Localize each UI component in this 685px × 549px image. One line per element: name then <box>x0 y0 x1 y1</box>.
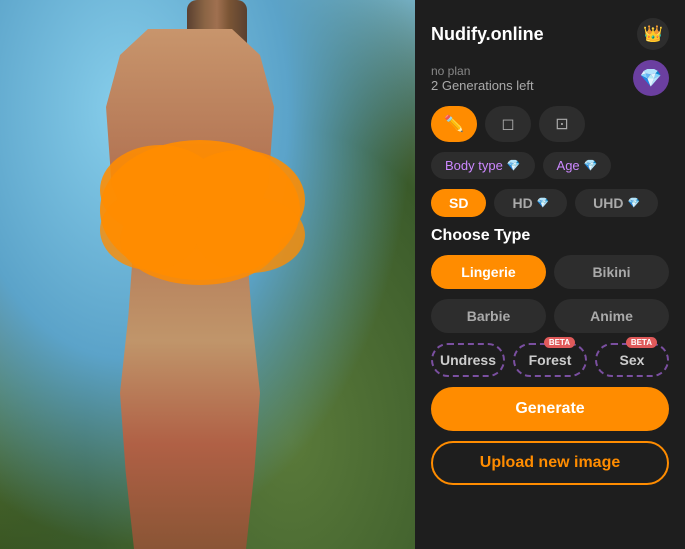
quality-row: SD HD 💎 UHD 💎 <box>431 189 669 217</box>
undress-label: Undress <box>440 352 496 368</box>
crown-button[interactable]: 👑 <box>637 18 669 50</box>
hd-diamond-icon: 💎 <box>537 198 549 209</box>
uhd-diamond-icon: 💎 <box>627 198 639 209</box>
bikini-label: Bikini <box>592 264 630 280</box>
anime-label: Anime <box>590 308 633 324</box>
lingerie-label: Lingerie <box>461 264 515 280</box>
lingerie-button[interactable]: Lingerie <box>431 255 546 289</box>
options-row: Body type 💎 Age 💎 <box>431 152 669 179</box>
generate-button[interactable]: Generate <box>431 387 669 431</box>
upload-button[interactable]: Upload new image <box>431 441 669 485</box>
quality-hd-button[interactable]: HD 💎 <box>494 189 567 217</box>
sex-beta-badge: BETA <box>626 337 657 348</box>
sex-label: Sex <box>620 352 645 368</box>
app-title: Nudify.online <box>431 24 544 45</box>
quality-uhd-button[interactable]: UHD 💎 <box>575 189 658 217</box>
type-row-3: Undress BETA Forest BETA Sex <box>431 343 669 377</box>
image-panel <box>0 0 415 549</box>
paint-brush-overlay <box>80 120 320 300</box>
no-plan-label: no plan <box>431 64 534 78</box>
quality-hd-label: HD <box>512 195 532 211</box>
forest-button[interactable]: BETA Forest <box>513 343 587 377</box>
header-row: Nudify.online 👑 <box>431 18 669 50</box>
gem-button[interactable]: 💎 <box>633 60 669 96</box>
photo-background <box>0 0 415 549</box>
barbie-label: Barbie <box>467 308 511 324</box>
plan-row: no plan 2 Generations left 💎 <box>431 60 669 96</box>
quality-uhd-label: UHD <box>593 195 623 211</box>
plan-info: no plan 2 Generations left <box>431 64 534 93</box>
tool-row: ✏️ ◻ ⊡ <box>431 106 669 142</box>
type-row-2: Barbie Anime <box>431 299 669 333</box>
choose-type-label: Choose Type <box>431 227 669 245</box>
body-type-button[interactable]: Body type 💎 <box>431 152 535 179</box>
age-label: Age <box>557 158 580 173</box>
eraser-tool-button[interactable]: ◻ <box>485 106 531 142</box>
sex-button[interactable]: BETA Sex <box>595 343 669 377</box>
bikini-button[interactable]: Bikini <box>554 255 669 289</box>
crop-tool-button[interactable]: ⊡ <box>539 106 585 142</box>
body-type-diamond-icon: 💎 <box>507 159 521 172</box>
type-row-1: Lingerie Bikini <box>431 255 669 289</box>
forest-beta-badge: BETA <box>544 337 575 348</box>
age-button[interactable]: Age 💎 <box>543 152 612 179</box>
barbie-button[interactable]: Barbie <box>431 299 546 333</box>
brush-tool-button[interactable]: ✏️ <box>431 106 477 142</box>
quality-sd-label: SD <box>449 195 468 211</box>
forest-label: Forest <box>529 352 572 368</box>
crown-icon: 👑 <box>643 24 663 44</box>
gem-icon: 💎 <box>640 68 662 89</box>
age-diamond-icon: 💎 <box>584 159 598 172</box>
generations-left: 2 Generations left <box>431 78 534 93</box>
undress-button[interactable]: Undress <box>431 343 505 377</box>
body-type-label: Body type <box>445 158 503 173</box>
quality-sd-button[interactable]: SD <box>431 189 486 217</box>
right-panel: Nudify.online 👑 no plan 2 Generations le… <box>415 0 685 549</box>
anime-button[interactable]: Anime <box>554 299 669 333</box>
